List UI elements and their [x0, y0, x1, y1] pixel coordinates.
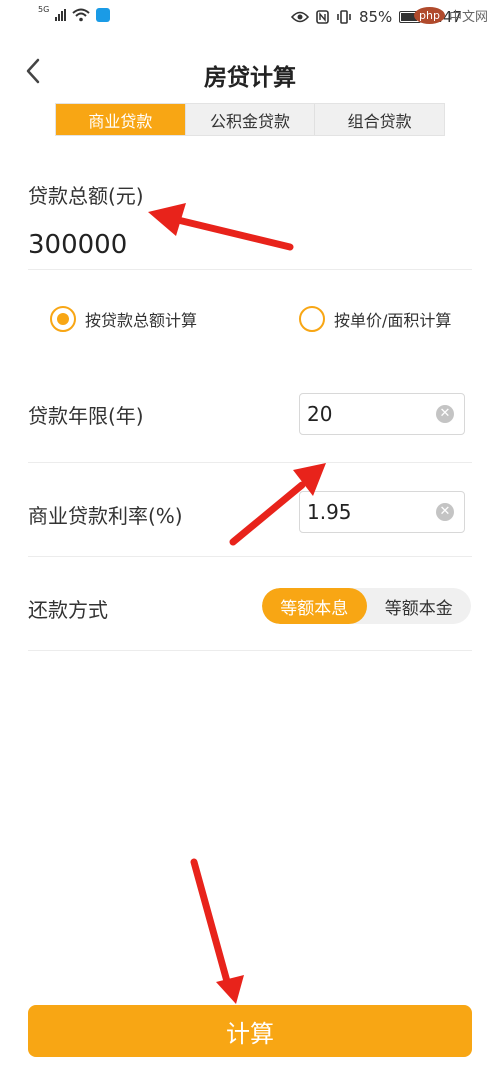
arrow-to-loan-term	[229, 463, 326, 546]
annotation-arrows	[148, 203, 326, 1004]
arrow-to-calculate	[190, 858, 244, 1004]
arrow-to-loan-amount	[148, 203, 294, 251]
